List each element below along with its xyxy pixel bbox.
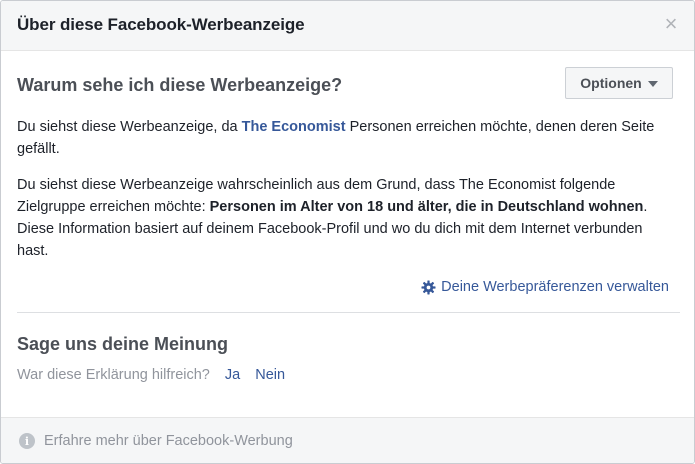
feedback-title: Sage uns deine Meinung <box>17 334 229 354</box>
explanation-paragraph-1: Du siehst diese Werbeanzeige, da The Eco… <box>17 116 677 160</box>
feedback-yes-link[interactable]: Ja <box>225 367 240 383</box>
close-icon[interactable]: × <box>662 13 680 35</box>
learn-more-label: Erfahre mehr über Facebook-Werbung <box>44 433 293 449</box>
p1-text-before: Du siehst diese Werbeanzeige, da <box>17 119 242 135</box>
manage-ad-preferences-label: Deine Werbepräferenzen verwalten <box>441 279 669 295</box>
options-button[interactable]: Optionen <box>565 67 673 99</box>
learn-more-link[interactable]: i Erfahre mehr über Facebook-Werbung <box>19 433 293 449</box>
feedback-question: War diese Erklärung hilfreich? <box>17 367 210 383</box>
dialog-footer: i Erfahre mehr über Facebook-Werbung <box>1 417 694 463</box>
options-label: Optionen <box>580 75 642 91</box>
explanation-paragraph-2: Du siehst diese Werbeanzeige wahrscheinl… <box>17 174 677 262</box>
ad-info-dialog: Über diese Facebook-Werbeanzeige × Warum… <box>0 0 695 464</box>
section-divider <box>17 312 680 313</box>
feedback-row: War diese Erklärung hilfreich? Ja Nein <box>17 367 285 383</box>
audience-description: Personen im Alter von 18 und älter, die … <box>209 199 644 215</box>
feedback-no-link[interactable]: Nein <box>255 367 285 383</box>
gear-icon <box>421 279 436 295</box>
manage-ad-preferences-link[interactable]: Deine Werbepräferenzen verwalten <box>421 279 669 295</box>
caret-down-icon <box>647 81 658 87</box>
why-title: Warum sehe ich diese Werbeanzeige? <box>17 75 343 95</box>
info-icon: i <box>19 433 35 449</box>
dialog-header: Über diese Facebook-Werbeanzeige × <box>1 1 694 51</box>
advertiser-link[interactable]: The Economist <box>242 119 346 135</box>
dialog-title: Über diese Facebook-Werbeanzeige <box>17 15 305 34</box>
